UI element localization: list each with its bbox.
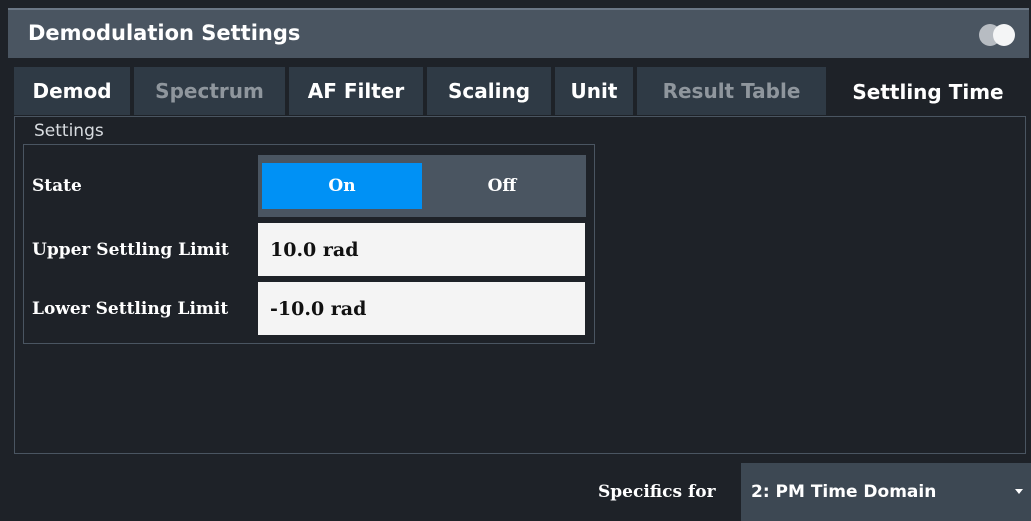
dialog-title: Demodulation Settings — [28, 21, 301, 45]
dialog-titlebar: Demodulation Settings — [8, 8, 1029, 58]
state-off-button[interactable]: Off — [422, 163, 582, 209]
tab-spectrum[interactable]: Spectrum — [134, 67, 285, 115]
state-label: State — [32, 176, 82, 196]
tab-settling-time[interactable]: Settling Time — [830, 67, 1026, 117]
state-on-button[interactable]: On — [262, 163, 422, 209]
tab-af-filter[interactable]: AF Filter — [289, 67, 423, 115]
toggle-icon[interactable] — [979, 24, 1017, 46]
specifics-dropdown-value: 2: PM Time Domain — [751, 482, 937, 502]
chevron-down-icon — [1015, 489, 1023, 494]
upper-settling-limit-field[interactable]: 10.0 rad — [258, 223, 585, 276]
tab-result-table[interactable]: Result Table — [637, 67, 826, 115]
tab-unit[interactable]: Unit — [555, 67, 633, 115]
lower-settling-limit-field[interactable]: -10.0 rad — [258, 282, 585, 335]
specifics-dropdown[interactable]: 2: PM Time Domain — [741, 463, 1031, 521]
tab-demod[interactable]: Demod — [14, 67, 130, 115]
specifics-for-label: Specifics for — [598, 482, 716, 502]
state-segmented-control: On Off — [258, 155, 586, 217]
settings-group-label: Settings — [34, 121, 104, 141]
upper-settling-limit-label: Upper Settling Limit — [32, 240, 229, 260]
lower-settling-limit-label: Lower Settling Limit — [32, 299, 229, 319]
tab-scaling[interactable]: Scaling — [427, 67, 551, 115]
